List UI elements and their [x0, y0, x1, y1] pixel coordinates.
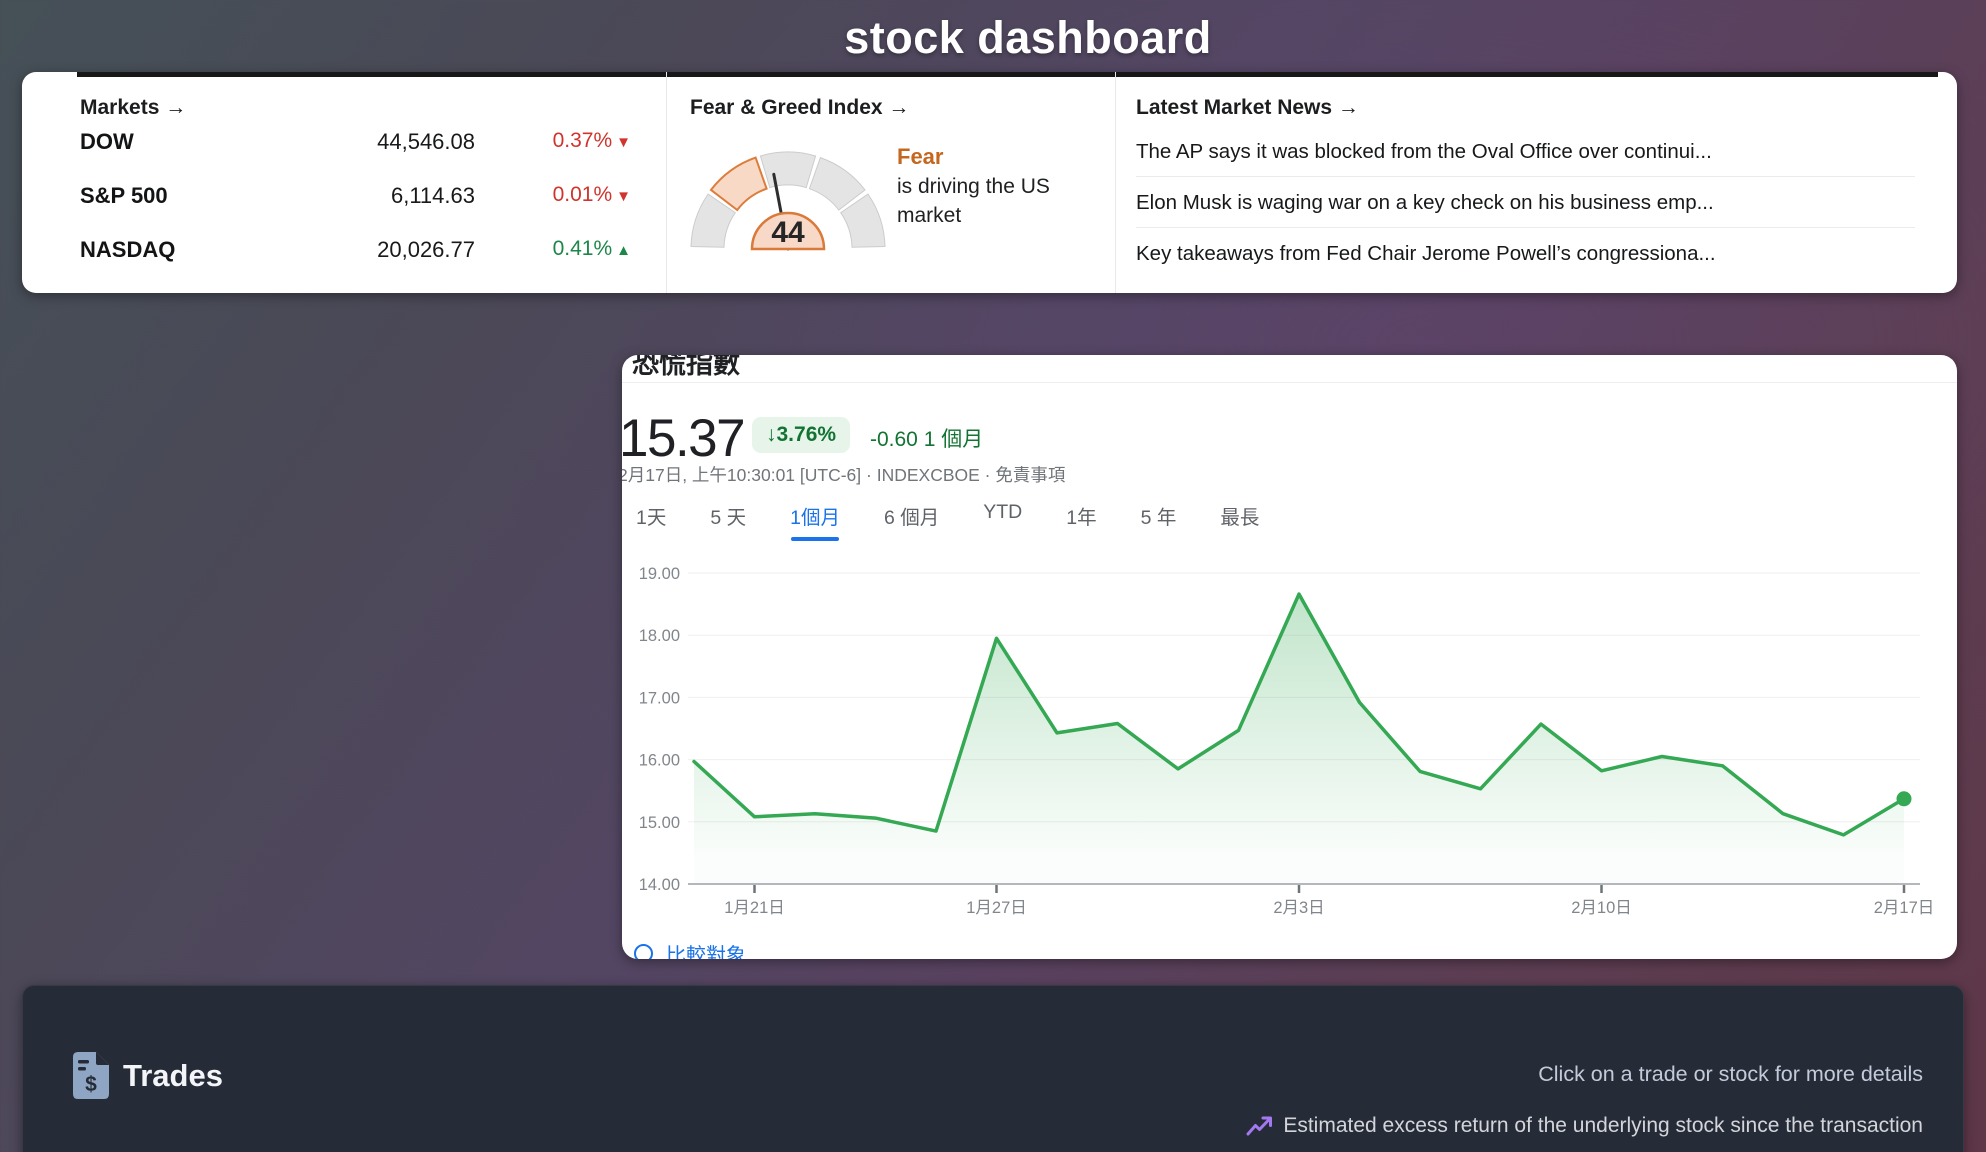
index-change: 0.01%▼	[553, 183, 631, 207]
fear-greed-gauge-icon: 44	[688, 149, 888, 253]
triangle-down-icon: ▼	[616, 188, 631, 205]
absolute-change-label: -0.60 1 個月	[870, 423, 983, 453]
trending-up-icon	[1246, 1115, 1273, 1137]
tab-max[interactable]: 最長	[1220, 501, 1259, 541]
table-row[interactable]: DOW 44,546.08 0.37%▼	[22, 129, 666, 159]
trades-note: Estimated excess return of the underlyin…	[1246, 1114, 1923, 1138]
fear-greed-heading-link[interactable]: Fear & Greed Index →	[690, 96, 909, 120]
trades-panel: $ Trades Click on a trade or stock for m…	[22, 985, 1964, 1152]
tab-5d[interactable]: 5 天	[710, 501, 746, 541]
index-value: 44,546.08	[377, 129, 475, 155]
svg-text:2月10日: 2月10日	[1571, 899, 1632, 917]
svg-text:16.00: 16.00	[639, 752, 680, 770]
index-value: 20,026.77	[377, 237, 475, 263]
svg-text:15.00: 15.00	[639, 814, 680, 832]
trades-title: Trades	[123, 1058, 223, 1094]
index-name: S&P 500	[80, 183, 168, 209]
search-icon	[634, 944, 653, 959]
fear-greed-label: Fear	[897, 144, 943, 170]
table-row[interactable]: NASDAQ 20,026.77 0.41%▲	[22, 237, 666, 267]
compare-button[interactable]: 比較對象	[634, 939, 746, 959]
svg-text:14.00: 14.00	[639, 876, 680, 894]
percent-change-badge: ↓3.76%	[752, 417, 850, 453]
fear-greed-description: is driving the US market	[897, 172, 1050, 230]
triangle-down-icon: ▼	[616, 134, 631, 151]
compare-label: 比較對象	[666, 939, 746, 959]
market-overview-card: Markets → DOW 44,546.08 0.37%▼ S&P 500 6…	[22, 72, 1957, 293]
divider	[1115, 72, 1116, 293]
divider	[622, 382, 1957, 383]
receipt-icon: $	[73, 1052, 109, 1099]
quote-timestamp: 2月17日, 上午10:30:01 [UTC-6] · INDEXCBOE · …	[622, 462, 1065, 487]
tab-1d[interactable]: 1天	[636, 501, 666, 541]
chart-title-clipped: 恐慌指數	[632, 355, 740, 381]
tab-1y[interactable]: 1年	[1066, 501, 1096, 541]
tab-1m[interactable]: 1個月	[790, 501, 840, 541]
svg-text:$: $	[85, 1073, 97, 1096]
news-item[interactable]: Elon Musk is waging war on a key check o…	[1136, 177, 1915, 228]
index-change: 0.41%▲	[553, 237, 631, 261]
divider	[666, 72, 667, 293]
news-item[interactable]: Key takeaways from Fed Chair Jerome Powe…	[1136, 228, 1915, 279]
range-tabs: 1天 5 天 1個月 6 個月 YTD 1年 5 年 最長	[636, 501, 1259, 541]
index-value: 6,114.63	[391, 183, 475, 209]
price-value: 15.37	[622, 408, 744, 469]
svg-text:1月21日: 1月21日	[724, 899, 785, 917]
svg-text:1月27日: 1月27日	[966, 899, 1027, 917]
markets-heading-link[interactable]: Markets →	[80, 96, 186, 120]
price-line-chart: 19.00 18.00 17.00 16.00 15.00 14.00 1月21日 1月27日…	[624, 551, 1954, 919]
svg-text:2月17日: 2月17日	[1874, 899, 1935, 917]
page-title: stock dashboard	[0, 12, 1986, 64]
svg-text:18.00: 18.00	[639, 627, 680, 645]
gauge-value: 44	[771, 216, 805, 249]
trades-hint: Click on a trade or stock for more detai…	[1538, 1062, 1923, 1087]
index-name: NASDAQ	[80, 237, 175, 263]
index-name: DOW	[80, 129, 134, 155]
triangle-up-icon: ▲	[616, 242, 631, 259]
tab-6m[interactable]: 6 個月	[884, 501, 939, 541]
vix-chart-card: 恐慌指數 15.37 ↓3.76% -0.60 1 個月 2月17日, 上午10…	[622, 355, 1957, 959]
svg-text:19.00: 19.00	[639, 565, 680, 583]
table-row[interactable]: S&P 500 6,114.63 0.01%▼	[22, 183, 666, 213]
tab-5y[interactable]: 5 年	[1141, 501, 1177, 541]
svg-text:17.00: 17.00	[639, 689, 680, 707]
index-change: 0.37%▼	[553, 129, 631, 153]
tab-ytd[interactable]: YTD	[983, 501, 1022, 541]
svg-text:2月3日: 2月3日	[1273, 899, 1324, 917]
news-heading-link[interactable]: Latest Market News →	[1136, 96, 1359, 120]
news-item[interactable]: The AP says it was blocked from the Oval…	[1136, 126, 1915, 177]
